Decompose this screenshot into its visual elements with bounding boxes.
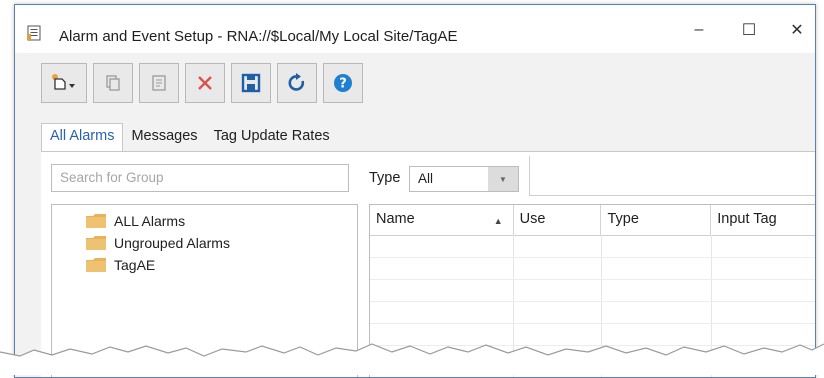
table-row xyxy=(370,301,815,324)
column-header-label: Input Tag xyxy=(717,211,777,227)
alarms-grid: Name ▲ Use Type Input Tag xyxy=(369,204,815,377)
refresh-button[interactable] xyxy=(277,63,317,103)
maximize-button[interactable]: ☐ xyxy=(729,15,769,45)
delete-button[interactable] xyxy=(185,63,225,103)
properties-button[interactable] xyxy=(139,63,179,103)
sort-ascending-icon: ▲ xyxy=(493,216,503,226)
folder-icon xyxy=(86,258,106,272)
all-alarms-panel: Search for Group Type All ▼ ALL Alarms U… xyxy=(41,151,815,377)
tree-item-label: TagAE xyxy=(114,257,156,273)
chevron-down-icon[interactable]: ▼ xyxy=(488,167,518,191)
save-button[interactable] xyxy=(231,63,271,103)
column-header-label: Name xyxy=(376,211,415,227)
group-search-placeholder: Search for Group xyxy=(60,170,164,185)
column-header-label: Type xyxy=(607,211,639,227)
type-filter-label: Type xyxy=(369,170,401,186)
properties-icon xyxy=(152,75,166,91)
group-search-input[interactable]: Search for Group xyxy=(51,164,349,192)
column-header-type[interactable]: Type xyxy=(601,205,712,235)
folder-icon xyxy=(86,236,106,250)
grid-header: Name ▲ Use Type Input Tag xyxy=(370,205,815,236)
table-row xyxy=(370,345,815,368)
tab-messages[interactable]: Messages xyxy=(123,124,205,151)
delete-icon xyxy=(198,76,212,90)
new-dropdown-button[interactable] xyxy=(41,63,87,103)
table-row xyxy=(370,235,815,258)
tree-item-tagae[interactable]: TagAE xyxy=(86,255,155,275)
column-header-use[interactable]: Use xyxy=(514,205,602,235)
copy-button[interactable] xyxy=(93,63,133,103)
column-header-label: Use xyxy=(519,211,546,227)
table-row xyxy=(370,279,815,302)
svg-text:?: ? xyxy=(339,77,347,92)
table-row xyxy=(370,257,815,280)
type-filter-select[interactable]: All ▼ xyxy=(409,166,519,192)
tree-item-label: ALL Alarms xyxy=(114,213,186,229)
folder-icon xyxy=(86,214,106,228)
tree-item-all-alarms[interactable]: ALL Alarms xyxy=(86,211,185,231)
column-header-input-tag[interactable]: Input Tag xyxy=(711,205,815,235)
refresh-icon xyxy=(288,73,305,91)
tab-all-alarms[interactable]: All Alarms xyxy=(41,123,124,151)
app-icon xyxy=(27,25,41,41)
title-bar[interactable]: Alarm and Event Setup - RNA://$Local/My … xyxy=(15,5,815,53)
group-tree: ALL Alarms Ungrouped Alarms TagAE xyxy=(51,204,358,377)
help-button[interactable]: ? xyxy=(323,63,363,103)
new-dropdown-icon xyxy=(52,74,75,90)
column-header-name[interactable]: Name ▲ xyxy=(370,205,514,235)
tab-strip: All Alarms Messages Tag Update Rates xyxy=(41,121,338,151)
window-title: Alarm and Event Setup - RNA://$Local/My … xyxy=(59,28,458,45)
table-row xyxy=(370,323,815,346)
close-window-button[interactable]: ✕ xyxy=(777,15,815,45)
save-icon xyxy=(241,73,261,93)
toolbar: ? xyxy=(41,63,363,111)
help-icon: ? xyxy=(334,74,352,92)
filter-area-border xyxy=(529,156,815,196)
tree-item-label: Ungrouped Alarms xyxy=(114,235,230,251)
copy-icon xyxy=(106,75,120,91)
minimize-button[interactable]: – xyxy=(679,15,719,45)
tree-item-ungrouped-alarms[interactable]: Ungrouped Alarms xyxy=(86,233,230,253)
tab-tag-update-rates[interactable]: Tag Update Rates xyxy=(206,124,338,151)
alarm-event-setup-window: Alarm and Event Setup - RNA://$Local/My … xyxy=(14,4,816,378)
type-filter-value: All xyxy=(418,171,434,186)
